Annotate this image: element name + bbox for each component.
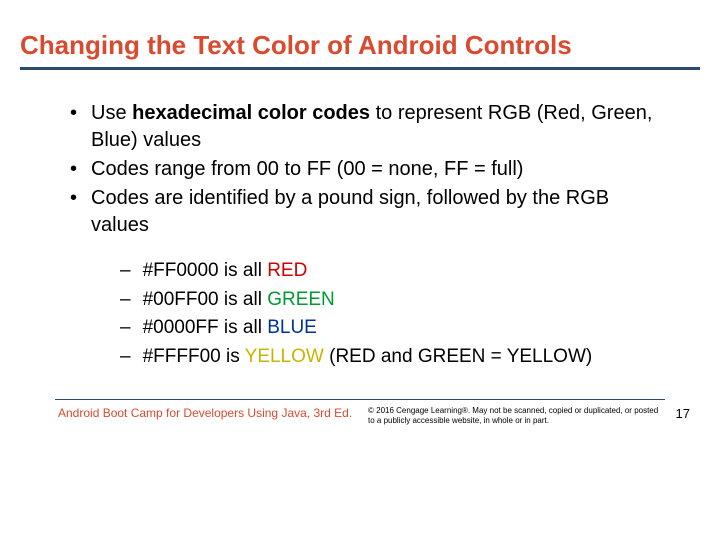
bullet-item: •Use hexadecimal color codes to represen… [70, 100, 670, 154]
main-bullets: •Use hexadecimal color codes to represen… [70, 100, 670, 371]
footer-rule [55, 399, 665, 400]
slide-title: Changing the Text Color of Android Contr… [20, 30, 700, 61]
sub-item: –#0000FF is all BLUE [120, 314, 670, 343]
footer-copyright: © 2016 Cengage Learning®. May not be sca… [368, 406, 676, 426]
bullet-item: •Codes range from 00 to FF (00 = none, F… [70, 156, 670, 183]
sub-item: –#FF0000 is all RED [120, 257, 670, 286]
footer-source: Android Boot Camp for Developers Using J… [58, 406, 368, 420]
sub-item: –#FFFF00 is YELLOW (RED and GREEN = YELL… [120, 343, 670, 372]
bullet-item: •Codes are identified by a pound sign, f… [70, 185, 670, 239]
page-number: 17 [676, 406, 700, 421]
footer: Android Boot Camp for Developers Using J… [0, 406, 720, 426]
sub-item: –#00FF00 is all GREEN [120, 286, 670, 315]
sub-bullets: –#FF0000 is all RED –#00FF00 is all GREE… [120, 257, 670, 371]
title-rule [20, 67, 700, 70]
